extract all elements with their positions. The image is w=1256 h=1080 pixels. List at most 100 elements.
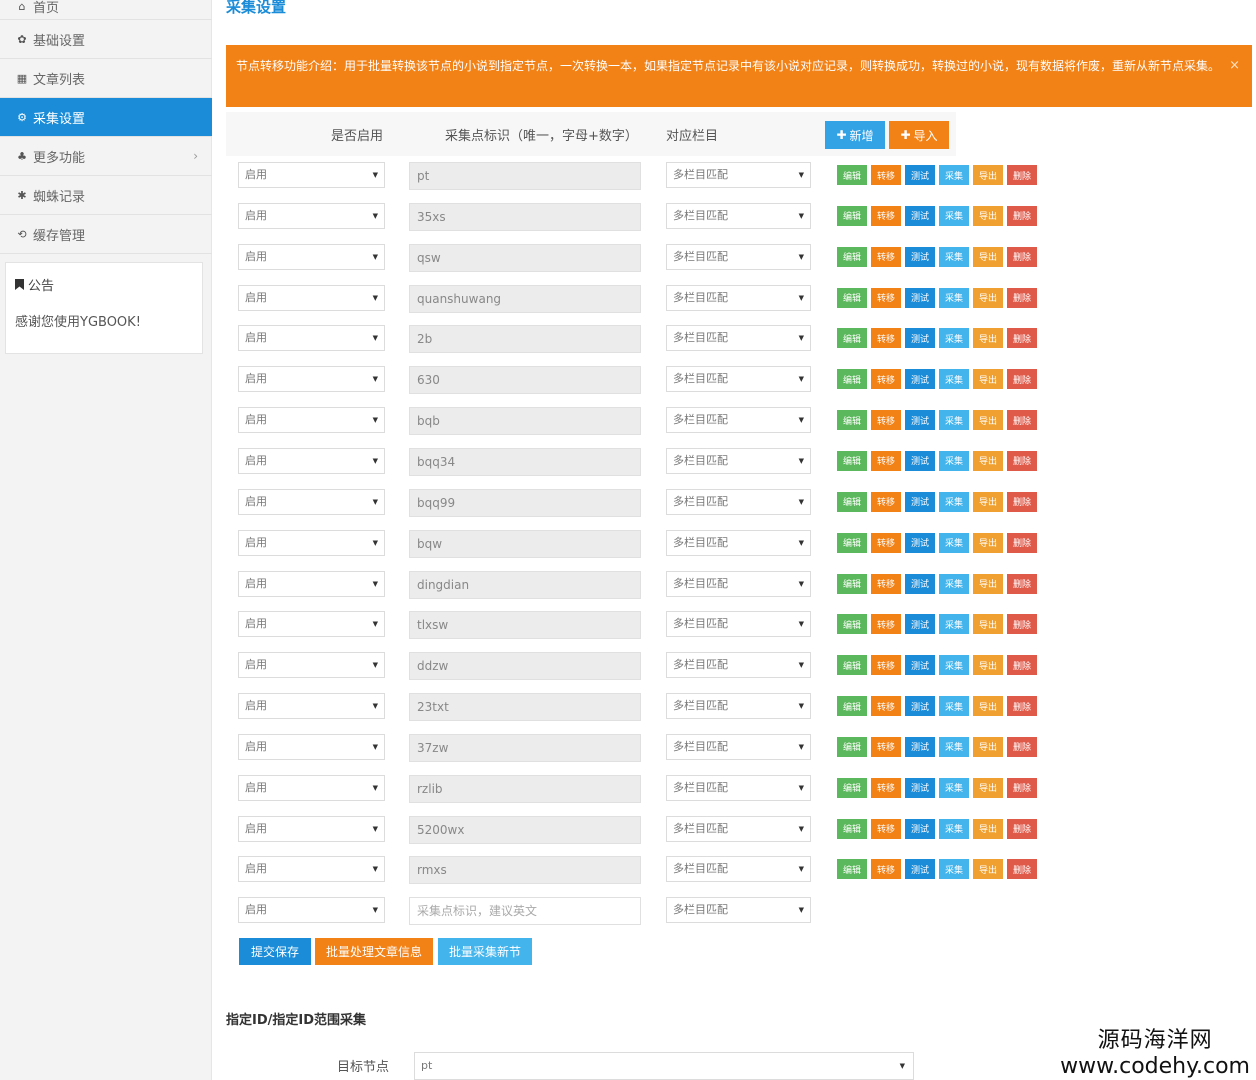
identifier-input[interactable]: 2b (409, 325, 641, 354)
column-select[interactable]: 多栏目匹配 ▼ (666, 243, 811, 270)
identifier-input[interactable]: rzlib (409, 774, 641, 803)
delete-button[interactable]: 删除 (1007, 573, 1037, 594)
test-button[interactable]: 测试 (905, 450, 935, 471)
enabled-select[interactable]: 启用 ▼ (238, 407, 385, 434)
column-select[interactable]: 多栏目匹配 ▼ (666, 611, 811, 638)
test-button[interactable]: 测试 (905, 369, 935, 390)
column-select[interactable]: 多栏目匹配 ▼ (666, 774, 811, 801)
test-button[interactable]: 测试 (905, 491, 935, 512)
column-select[interactable]: 多栏目匹配 ▼ (666, 488, 811, 515)
enabled-select[interactable]: 启用 ▼ (238, 856, 385, 883)
move-button[interactable]: 转移 (871, 369, 901, 390)
identifier-input[interactable]: bqq34 (409, 447, 641, 476)
export-button[interactable]: 导出 (973, 818, 1003, 839)
test-button[interactable]: 测试 (905, 532, 935, 553)
move-button[interactable]: 转移 (871, 328, 901, 349)
collect-button[interactable]: 采集 (939, 205, 969, 226)
move-button[interactable]: 转移 (871, 287, 901, 308)
move-button[interactable]: 转移 (871, 573, 901, 594)
collect-button[interactable]: 采集 (939, 287, 969, 308)
delete-button[interactable]: 删除 (1007, 205, 1037, 226)
export-button[interactable]: 导出 (973, 532, 1003, 553)
export-button[interactable]: 导出 (973, 777, 1003, 798)
identifier-input[interactable]: bqq99 (409, 488, 641, 517)
export-button[interactable]: 导出 (973, 450, 1003, 471)
sidebar-item-article-list[interactable]: ▦ 文章列表 (0, 59, 212, 98)
column-select[interactable]: 多栏目匹配 ▼ (666, 856, 811, 883)
move-button[interactable]: 转移 (871, 165, 901, 185)
delete-button[interactable]: 删除 (1007, 859, 1037, 880)
column-select[interactable]: 多栏目匹配 ▼ (666, 815, 811, 842)
edit-button[interactable]: 编辑 (837, 777, 867, 798)
identifier-input[interactable]: quanshuwang (409, 284, 641, 313)
enabled-select[interactable]: 启用 ▼ (238, 366, 385, 393)
edit-button[interactable]: 编辑 (837, 655, 867, 676)
export-button[interactable]: 导出 (973, 410, 1003, 431)
sidebar-item-basic-settings[interactable]: ✿ 基础设置 (0, 20, 212, 59)
export-button[interactable]: 导出 (973, 491, 1003, 512)
move-button[interactable]: 转移 (871, 736, 901, 757)
move-button[interactable]: 转移 (871, 205, 901, 226)
enabled-select[interactable]: 启用 ▼ (238, 284, 385, 311)
edit-button[interactable]: 编辑 (837, 859, 867, 880)
export-button[interactable]: 导出 (973, 614, 1003, 635)
move-button[interactable]: 转移 (871, 859, 901, 880)
enabled-select[interactable]: 启用 ▼ (238, 815, 385, 842)
collect-button[interactable]: 采集 (939, 491, 969, 512)
delete-button[interactable]: 删除 (1007, 328, 1037, 349)
column-select[interactable]: 多栏目匹配 ▼ (666, 733, 811, 760)
move-button[interactable]: 转移 (871, 818, 901, 839)
column-select[interactable]: 多栏目匹配 ▼ (666, 366, 811, 393)
collect-button[interactable]: 采集 (939, 859, 969, 880)
collect-button[interactable]: 采集 (939, 410, 969, 431)
export-button[interactable]: 导出 (973, 655, 1003, 676)
identifier-input[interactable]: ddzw (409, 652, 641, 681)
enabled-select[interactable]: 启用 ▼ (238, 325, 385, 352)
edit-button[interactable]: 编辑 (837, 369, 867, 390)
column-select[interactable]: 多栏目匹配 ▼ (666, 570, 811, 597)
test-button[interactable]: 测试 (905, 736, 935, 757)
collect-button[interactable]: 采集 (939, 736, 969, 757)
edit-button[interactable]: 编辑 (837, 818, 867, 839)
identifier-input[interactable]: rmxs (409, 856, 641, 885)
delete-button[interactable]: 删除 (1007, 410, 1037, 431)
enabled-select[interactable]: 启用 ▼ (238, 693, 385, 720)
test-button[interactable]: 测试 (905, 205, 935, 226)
test-button[interactable]: 测试 (905, 614, 935, 635)
move-button[interactable]: 转移 (871, 450, 901, 471)
identifier-input[interactable]: 37zw (409, 733, 641, 762)
identifier-input[interactable]: 5200wx (409, 815, 641, 844)
identifier-input[interactable]: 35xs (409, 202, 641, 231)
identifier-input[interactable]: dingdian (409, 570, 641, 599)
edit-button[interactable]: 编辑 (837, 573, 867, 594)
column-select[interactable]: 多栏目匹配 ▼ (666, 529, 811, 556)
enabled-select[interactable]: 启用 ▼ (238, 202, 385, 229)
enabled-select[interactable]: 启用 ▼ (238, 488, 385, 515)
collect-button[interactable]: 采集 (939, 573, 969, 594)
export-button[interactable]: 导出 (973, 328, 1003, 349)
delete-button[interactable]: 删除 (1007, 736, 1037, 757)
collect-button[interactable]: 采集 (939, 777, 969, 798)
identifier-input[interactable]: tlxsw (409, 611, 641, 640)
enabled-select[interactable]: 启用 ▼ (238, 570, 385, 597)
enabled-select[interactable]: 启用 ▼ (238, 162, 385, 188)
test-button[interactable]: 测试 (905, 328, 935, 349)
export-button[interactable]: 导出 (973, 736, 1003, 757)
column-select[interactable]: 多栏目匹配 ▼ (666, 407, 811, 434)
identifier-input[interactable]: bqb (409, 407, 641, 436)
collect-button[interactable]: 采集 (939, 246, 969, 267)
delete-button[interactable]: 删除 (1007, 818, 1037, 839)
column-select[interactable]: 多栏目匹配 ▼ (666, 284, 811, 311)
delete-button[interactable]: 删除 (1007, 450, 1037, 471)
edit-button[interactable]: 编辑 (837, 205, 867, 226)
column-select[interactable]: 多栏目匹配 ▼ (666, 897, 811, 924)
collect-button[interactable]: 采集 (939, 818, 969, 839)
column-select[interactable]: 多栏目匹配 ▼ (666, 447, 811, 474)
collect-button[interactable]: 采集 (939, 328, 969, 349)
sidebar-item-spider-log[interactable]: ✱ 蜘蛛记录 (0, 176, 212, 215)
collect-button[interactable]: 采集 (939, 696, 969, 717)
test-button[interactable]: 测试 (905, 655, 935, 676)
collect-button[interactable]: 采集 (939, 165, 969, 185)
delete-button[interactable]: 删除 (1007, 532, 1037, 553)
column-select[interactable]: 多栏目匹配 ▼ (666, 652, 811, 679)
